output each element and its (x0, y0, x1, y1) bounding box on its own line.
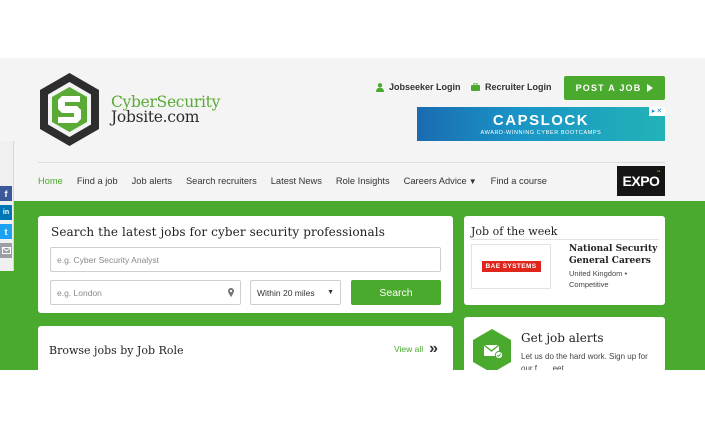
email-alert-icon (473, 329, 511, 370)
nav-find-a-job[interactable]: Find a job (77, 176, 118, 186)
keyword-placeholder: e.g. Cyber Security Analyst (57, 254, 160, 265)
job-location: United Kingdom • (569, 269, 628, 278)
expo-logo[interactable]: ●● EXPO (617, 166, 665, 196)
job-alerts-card[interactable]: Get job alerts Let us do the hard work. … (464, 317, 665, 370)
logo-wordmark[interactable]: CyberSecurity Jobsite.com (111, 94, 220, 126)
search-button-label: Search (379, 286, 413, 299)
advert-subtitle: AWARD-WINNING CYBER BOOTCAMPS (480, 130, 602, 136)
job-meta: United Kingdom • Competitive (569, 268, 661, 290)
advert-banner[interactable]: ▸ ✕ CAPSLOCK AWARD-WINNING CYBER BOOTCAMP… (417, 107, 665, 141)
expo-label: EXPO (622, 173, 660, 189)
view-all-label: View all (394, 344, 424, 354)
view-all-link[interactable]: View all » (394, 340, 439, 357)
play-arrow-icon (647, 84, 654, 92)
job-search-card: Search the latest jobs for cyber securit… (38, 216, 453, 313)
chevron-down-icon: ▼ (327, 289, 334, 296)
search-heading: Search the latest jobs for cyber securit… (51, 225, 385, 239)
job-salary: Competitive (569, 280, 609, 289)
site-header: CyberSecurity Jobsite.com Jobseeker Logi… (0, 58, 705, 162)
user-icon (376, 82, 384, 92)
twitter-icon[interactable]: t (0, 224, 12, 239)
nav-role-insights[interactable]: Role Insights (336, 176, 390, 186)
nav-careers-advice[interactable]: Careers Advice ▼ (404, 176, 477, 186)
linkedin-icon[interactable]: in (0, 205, 12, 220)
post-a-job-button[interactable]: POST A JOB (564, 76, 665, 100)
nav-latest-news[interactable]: Latest News (271, 176, 322, 186)
search-button[interactable]: Search (351, 280, 441, 305)
nav-find-a-course[interactable]: Find a course (491, 176, 547, 186)
jobseeker-login-link[interactable]: Jobseeker Login (376, 82, 461, 92)
job-of-the-week-heading: Job of the week (471, 225, 558, 238)
jobseeker-login-label: Jobseeker Login (389, 82, 461, 92)
nav-job-alerts[interactable]: Job alerts (132, 176, 172, 186)
job-of-the-week-card[interactable]: Job of the week BAE SYSTEMS National Sec… (464, 216, 665, 305)
browse-by-role-card: Browse jobs by Job Role View all » (38, 326, 453, 370)
nav-home[interactable]: Home (38, 176, 63, 186)
job-title-link[interactable]: National Security General Careers (569, 243, 661, 267)
job-alerts-heading: Get job alerts (521, 331, 604, 345)
nav-careers-advice-label: Careers Advice (403, 176, 467, 186)
nav-search-recruiters[interactable]: Search recruiters (186, 176, 257, 186)
facebook-icon[interactable]: f (0, 186, 12, 201)
briefcase-icon (471, 83, 480, 91)
location-input[interactable]: e.g. London (50, 280, 241, 305)
caret-down-icon: ▼ (468, 177, 477, 186)
keyword-input[interactable]: e.g. Cyber Security Analyst (50, 247, 441, 272)
recruiter-login-label: Recruiter Login (485, 82, 552, 92)
recruiter-login-link[interactable]: Recruiter Login (471, 82, 552, 92)
page-viewport: CyberSecurity Jobsite.com Jobseeker Logi… (0, 58, 705, 370)
logo-line-2: Jobsite.com (111, 108, 200, 126)
radius-select[interactable]: Within 20 miles ▼ (250, 280, 341, 305)
main-nav: Home Find a job Job alerts Search recrui… (38, 162, 547, 200)
location-placeholder: e.g. London (57, 287, 102, 298)
logo-icon[interactable] (38, 72, 101, 148)
job-alerts-text: Let us do the hard work. Sign up for our… (521, 352, 648, 370)
radius-value: Within 20 miles (257, 287, 315, 298)
company-logo[interactable]: BAE SYSTEMS (471, 244, 551, 289)
browse-heading: Browse jobs by Job Role (49, 344, 184, 357)
map-pin-icon (228, 288, 234, 297)
social-share-bar: f in t (0, 141, 14, 271)
card-divider (471, 239, 659, 240)
advert-title: CAPSLOCK (492, 112, 590, 129)
ad-choices-icon[interactable]: ▸ ✕ (649, 107, 665, 116)
expo-badge-icon: ●● (656, 169, 661, 173)
company-logo-text: BAE SYSTEMS (481, 261, 541, 272)
double-chevron-right-icon: » (429, 340, 439, 357)
email-icon[interactable] (0, 243, 12, 258)
post-a-job-label: POST A JOB (575, 83, 642, 93)
